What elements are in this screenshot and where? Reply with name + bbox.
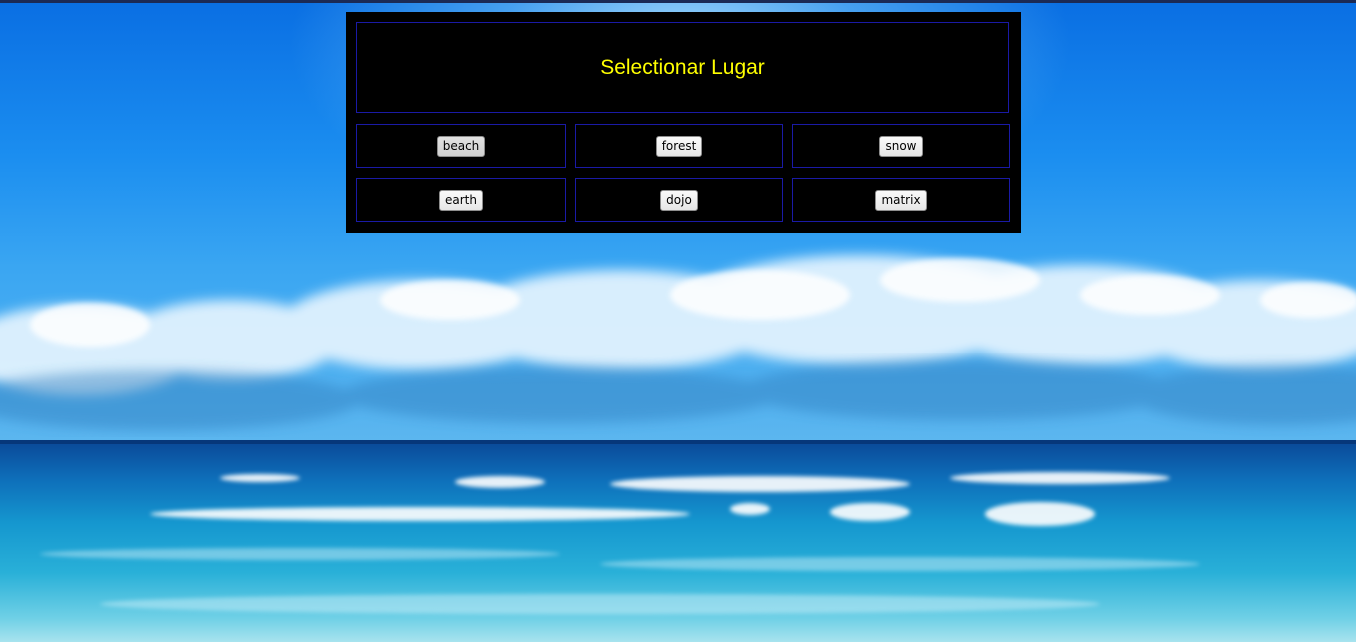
place-selector-panel: Selectionar Lugar beach forest snow eart…	[346, 12, 1021, 233]
place-cell-matrix: matrix	[792, 178, 1010, 222]
place-cell-earth: earth	[356, 178, 566, 222]
place-cell-forest: forest	[575, 124, 783, 168]
place-button-snow[interactable]: snow	[879, 135, 923, 157]
place-button-beach[interactable]: beach	[436, 135, 486, 157]
place-button-forest[interactable]: forest	[655, 135, 703, 157]
background-waves	[40, 472, 1200, 614]
background-clouds	[0, 255, 1356, 430]
place-cell-beach: beach	[356, 124, 566, 168]
panel-title: Selectionar Lugar	[600, 55, 765, 79]
place-button-earth[interactable]: earth	[439, 189, 483, 211]
title-cell: Selectionar Lugar	[356, 22, 1009, 113]
place-cell-dojo: dojo	[575, 178, 783, 222]
place-button-dojo[interactable]: dojo	[660, 189, 698, 211]
page: Selectionar Lugar beach forest snow eart…	[0, 0, 1356, 642]
place-cell-snow: snow	[792, 124, 1010, 168]
place-button-matrix[interactable]: matrix	[875, 189, 927, 211]
